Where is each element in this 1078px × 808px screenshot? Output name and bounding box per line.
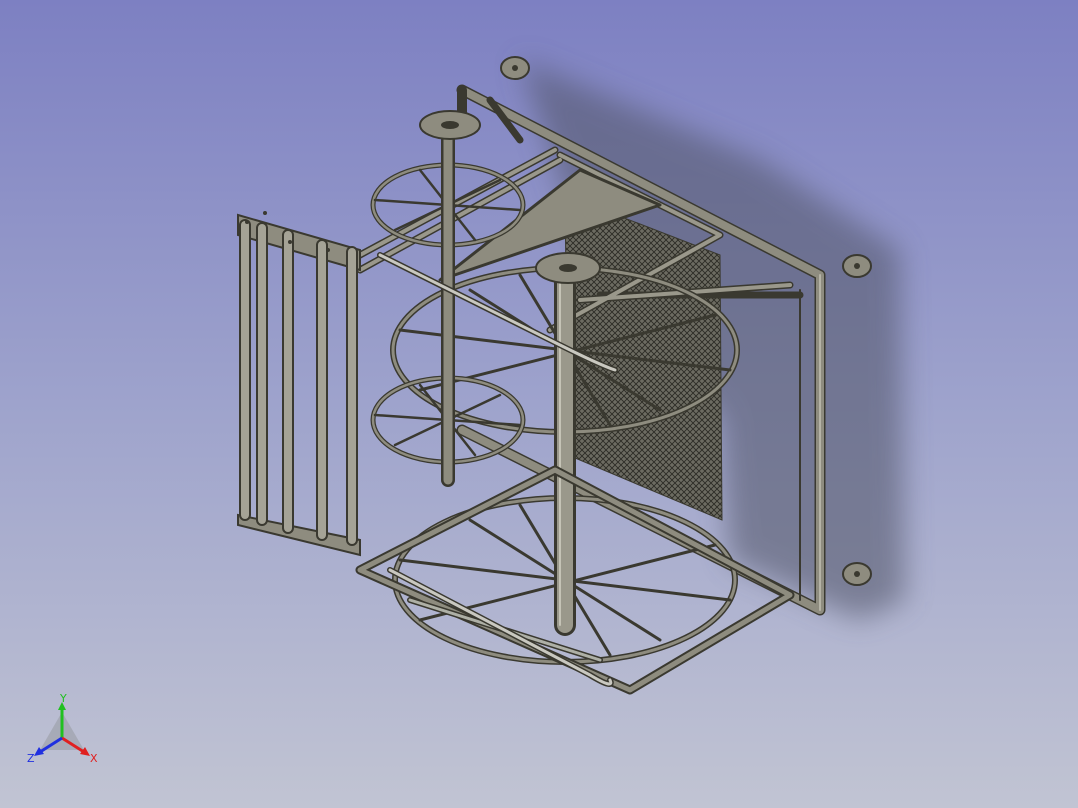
caster-wheel-top — [500, 56, 530, 80]
reel-cart-3d-model[interactable] — [0, 0, 1078, 808]
reel-hub-cap-upper — [419, 110, 481, 140]
y-axis-label: Y — [59, 692, 67, 705]
z-axis-label: Z — [27, 752, 35, 765]
caster-wheel-right-top — [842, 254, 872, 278]
caster-wheel-right-bottom — [842, 562, 872, 586]
cad-3d-viewport[interactable]: Y X Z — [0, 0, 1078, 808]
axis-triad: Y X Z — [27, 692, 98, 765]
center-shaft — [554, 259, 576, 636]
side-rack — [237, 211, 361, 557]
x-axis-label: X — [90, 752, 98, 765]
reel-hub-cap-center — [535, 252, 601, 284]
